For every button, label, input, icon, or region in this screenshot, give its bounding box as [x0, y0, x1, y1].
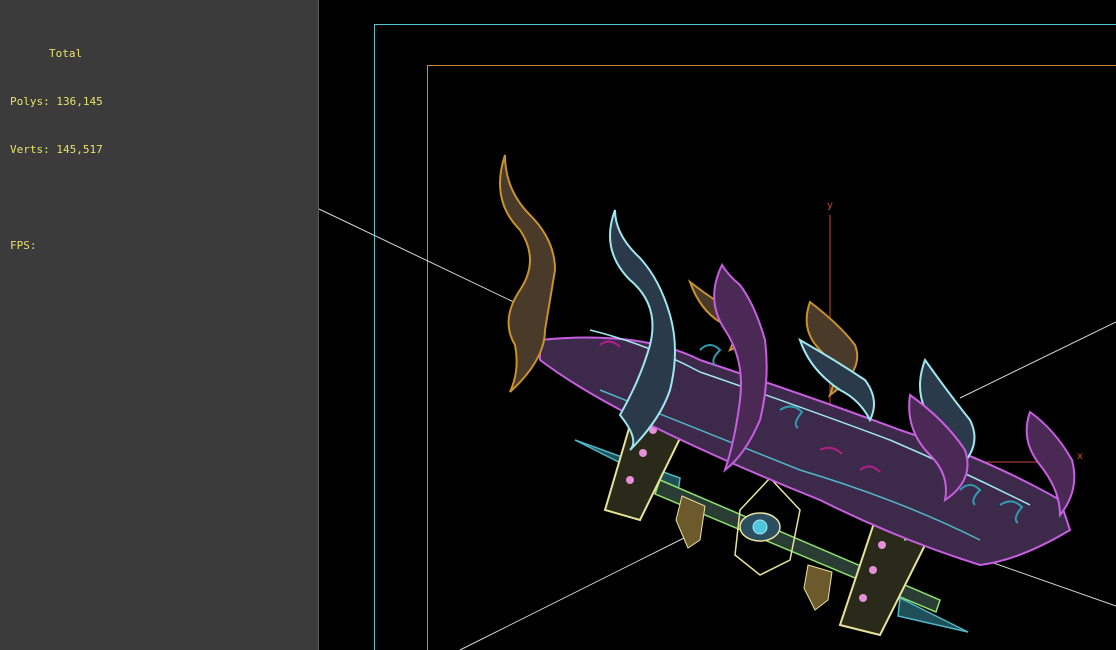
x-axis-label: x [1077, 451, 1083, 462]
flame-blade[interactable] [499, 154, 1076, 567]
y-axis-label: y [827, 200, 833, 211]
3d-viewport-canvas[interactable] [0, 0, 1116, 650]
